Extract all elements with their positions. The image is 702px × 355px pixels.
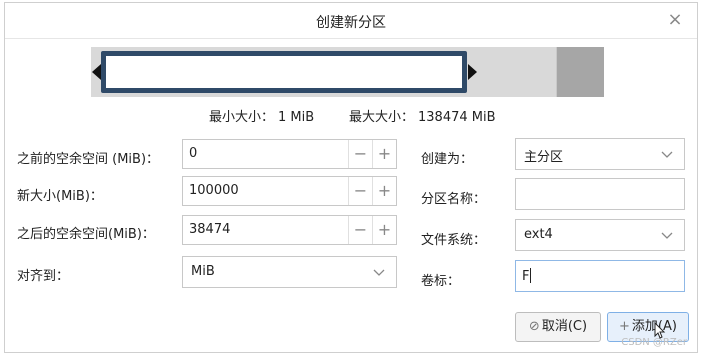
text-caret bbox=[530, 268, 532, 283]
dialog-title: 创建新分区 bbox=[316, 15, 386, 31]
chevron-down-icon bbox=[661, 151, 673, 158]
new-size-value[interactable]: 100000 bbox=[189, 183, 239, 198]
partition-name-input[interactable] bbox=[515, 178, 685, 210]
no-entry-icon: ⊘ bbox=[528, 319, 540, 334]
filesystem-value: ext4 bbox=[524, 227, 553, 242]
create-as-value: 主分区 bbox=[524, 150, 564, 165]
partition-name-label: 分区名称： bbox=[421, 192, 487, 207]
decrement-button[interactable]: − bbox=[348, 177, 372, 205]
free-before-label: 之前的空余空间 (MiB)： bbox=[17, 152, 160, 167]
align-label: 对齐到： bbox=[17, 269, 70, 284]
create-as-label: 创建为： bbox=[421, 152, 474, 167]
close-icon[interactable]: × bbox=[665, 10, 685, 30]
volume-label-label: 卷标： bbox=[421, 274, 461, 289]
min-size-label: 最小大小： bbox=[209, 110, 275, 125]
create-as-dropdown[interactable]: 主分区 bbox=[515, 138, 685, 170]
mouse-pointer-icon bbox=[654, 322, 666, 339]
decrement-button[interactable]: − bbox=[348, 216, 372, 244]
increment-button[interactable]: + bbox=[372, 216, 396, 244]
plus-icon: + bbox=[619, 319, 630, 334]
chevron-down-icon bbox=[661, 232, 673, 239]
max-size-label: 最大大小： bbox=[349, 110, 415, 125]
align-dropdown[interactable]: MiB bbox=[182, 256, 397, 288]
filesystem-dropdown[interactable]: ext4 bbox=[515, 219, 685, 251]
min-size-info: 最小大小： 1 MiB bbox=[209, 106, 314, 125]
increment-button[interactable]: + bbox=[372, 140, 396, 168]
free-before-spinner[interactable]: 0 − + bbox=[182, 139, 397, 169]
new-size-spinner[interactable]: 100000 − + bbox=[182, 176, 397, 206]
title-bar: 创建新分区 × bbox=[5, 3, 697, 39]
partition-size-bar[interactable] bbox=[91, 47, 604, 97]
create-partition-dialog: 创建新分区 × 最小大小： 1 MiB 最大大小： 138474 MiB 之前的空余… bbox=[4, 2, 698, 353]
volume-label-input[interactable]: F bbox=[515, 260, 685, 292]
increment-button[interactable]: + bbox=[372, 177, 396, 205]
free-before-value[interactable]: 0 bbox=[189, 146, 197, 161]
decrement-button[interactable]: − bbox=[348, 140, 372, 168]
right-resize-handle[interactable] bbox=[468, 64, 477, 80]
cancel-button-label: 取消(C) bbox=[541, 319, 588, 334]
min-size-value: 1 MiB bbox=[278, 110, 315, 125]
free-after-label: 之后的空余空间(MiB)： bbox=[17, 227, 155, 242]
max-size-info: 最大大小： 138474 MiB bbox=[349, 106, 496, 125]
max-size-value: 138474 MiB bbox=[418, 110, 496, 125]
new-size-label: 新大小(MiB)： bbox=[17, 189, 103, 204]
cancel-button[interactable]: ⊘ 取消(C) bbox=[515, 312, 601, 342]
volume-label-text: F bbox=[522, 269, 530, 284]
new-partition-block[interactable] bbox=[101, 51, 467, 93]
left-resize-handle[interactable] bbox=[92, 64, 101, 80]
unallocated-after-block bbox=[556, 47, 604, 97]
align-value: MiB bbox=[191, 264, 215, 279]
volume-label-value[interactable]: F bbox=[522, 268, 532, 284]
free-after-value[interactable]: 38474 bbox=[189, 222, 230, 237]
filesystem-label: 文件系统： bbox=[421, 233, 487, 248]
free-after-spinner[interactable]: 38474 − + bbox=[182, 215, 397, 245]
chevron-down-icon bbox=[373, 269, 385, 276]
